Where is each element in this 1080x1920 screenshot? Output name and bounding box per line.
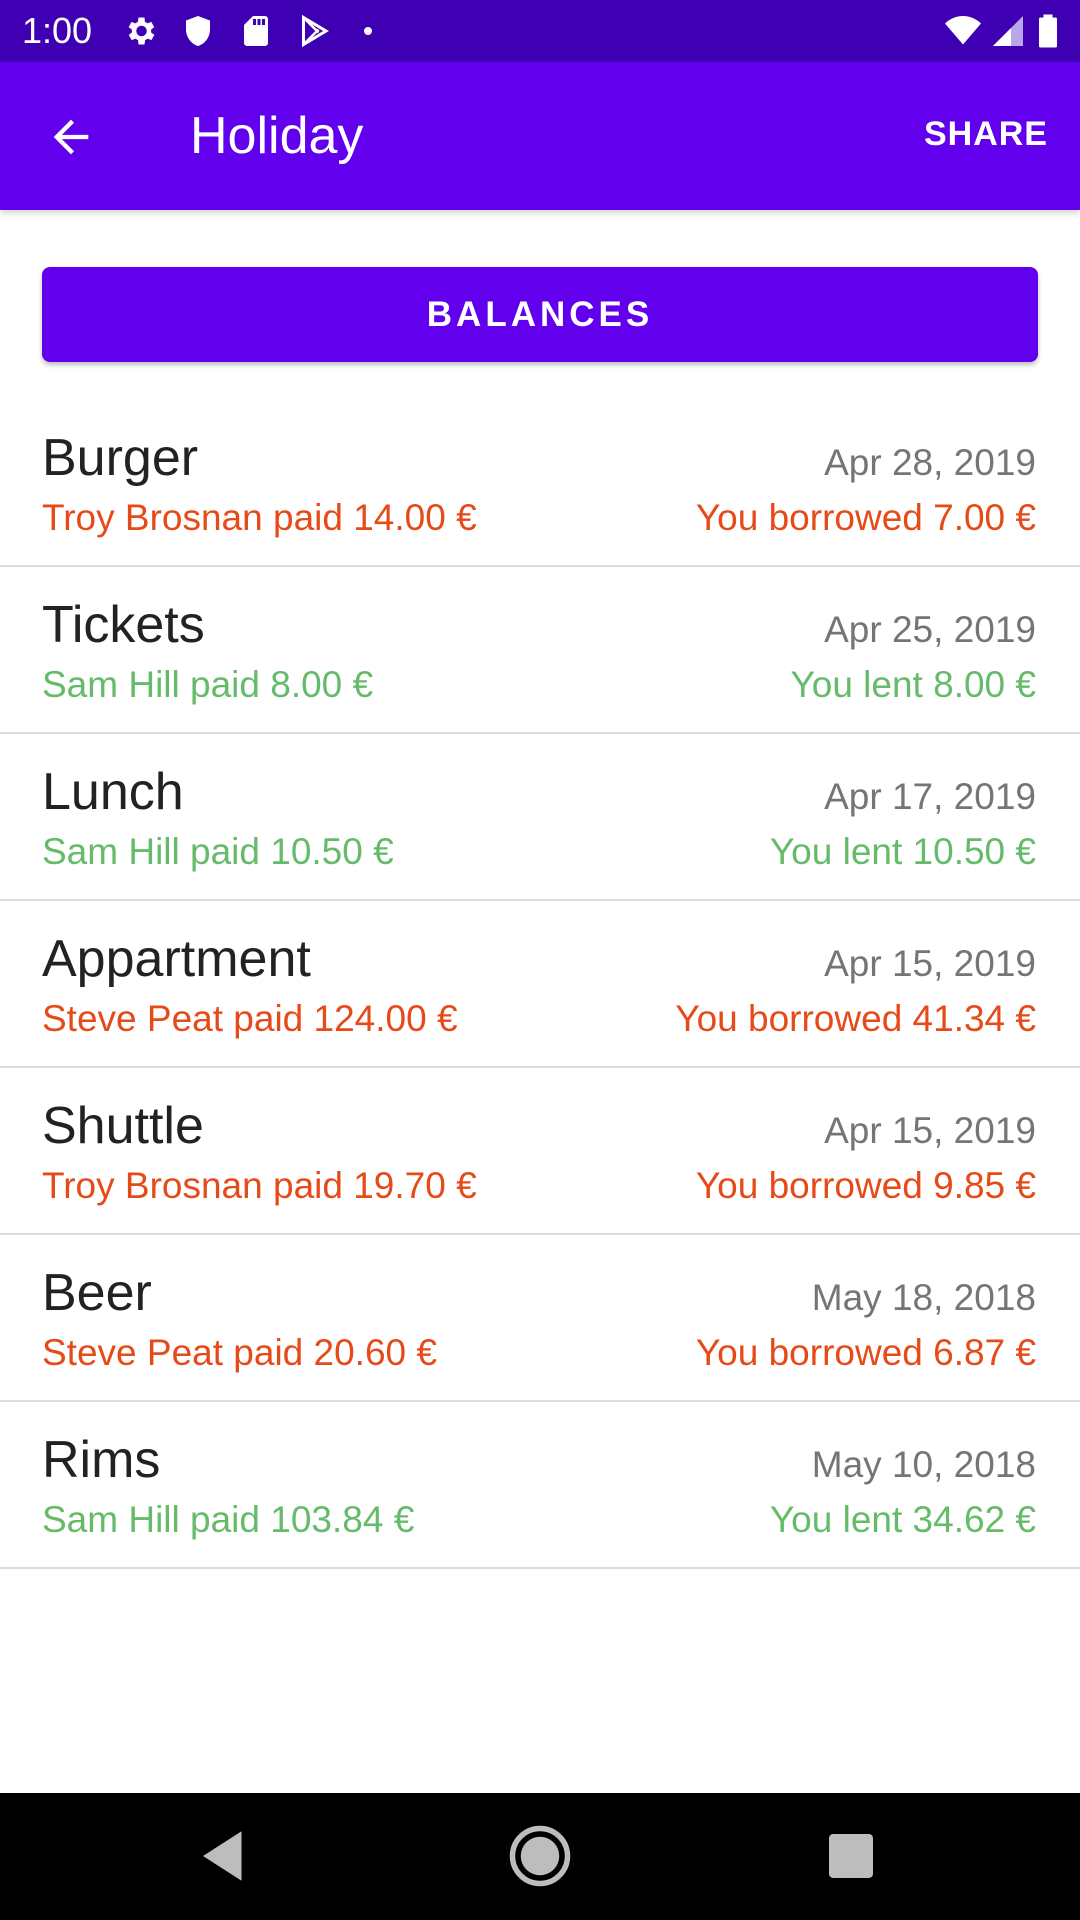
expense-payer: Troy Brosnan paid 19.70 € [42, 1165, 477, 1206]
expense-share: You borrowed 41.34 € [675, 998, 1036, 1039]
expense-row[interactable]: Rims May 10, 2018 Sam Hill paid 103.84 €… [0, 1402, 1080, 1569]
status-time: 1:00 [22, 10, 93, 51]
page-title: Holiday [190, 107, 364, 165]
expense-date: Apr 25, 2019 [824, 609, 1036, 650]
expense-share: You borrowed 7.00 € [695, 497, 1036, 538]
expense-row[interactable]: Appartment Apr 15, 2019 Steve Peat paid … [0, 901, 1080, 1068]
expense-payer: Troy Brosnan paid 14.00 € [42, 497, 477, 538]
expense-list: Burger Apr 28, 2019 Troy Brosnan paid 14… [0, 400, 1080, 1569]
home-circle-icon[interactable] [507, 1823, 573, 1889]
expense-payer: Sam Hill paid 103.84 € [42, 1499, 415, 1540]
wifi-icon [942, 13, 984, 49]
expense-date: Apr 15, 2019 [824, 1110, 1036, 1151]
expense-date: Apr 15, 2019 [824, 943, 1036, 984]
status-bar: 1:00 [0, 0, 1080, 62]
cell-signal-icon [990, 13, 1026, 49]
expense-row[interactable]: Beer May 18, 2018 Steve Peat paid 20.60 … [0, 1235, 1080, 1402]
expense-share: You lent 10.50 € [769, 831, 1036, 872]
expense-row[interactable]: Burger Apr 28, 2019 Troy Brosnan paid 14… [0, 400, 1080, 567]
expense-title: Beer [42, 1264, 152, 1322]
expense-title: Burger [42, 429, 199, 487]
expense-row[interactable]: Lunch Apr 17, 2019 Sam Hill paid 10.50 €… [0, 734, 1080, 901]
expense-share: You borrowed 9.85 € [695, 1165, 1036, 1206]
expense-payer: Steve Peat paid 124.00 € [42, 998, 458, 1039]
sd-card-icon [238, 13, 274, 49]
back-button[interactable] [36, 102, 106, 172]
play-store-icon [296, 13, 332, 49]
expense-payer: Steve Peat paid 20.60 € [42, 1332, 437, 1373]
expense-share: You lent 34.62 € [769, 1499, 1036, 1540]
expense-title: Shuttle [42, 1097, 204, 1155]
expense-share: You borrowed 6.87 € [695, 1332, 1036, 1373]
navigation-bar [0, 1793, 1080, 1920]
shield-icon [180, 13, 216, 49]
back-triangle-icon[interactable] [192, 1823, 258, 1889]
expense-row[interactable]: Shuttle Apr 15, 2019 Troy Brosnan paid 1… [0, 1068, 1080, 1235]
expense-date: May 18, 2018 [811, 1277, 1036, 1318]
arrow-back-icon [53, 119, 89, 155]
recents-square-icon[interactable] [818, 1823, 884, 1889]
expense-title: Lunch [42, 763, 184, 821]
battery-icon [1036, 13, 1060, 49]
expense-title: Appartment [42, 930, 311, 988]
share-button[interactable]: SHARE [924, 114, 1048, 154]
expense-share: You lent 8.00 € [790, 664, 1036, 705]
expense-payer: Sam Hill paid 10.50 € [42, 831, 394, 872]
gear-icon [122, 13, 158, 49]
expense-title: Rims [42, 1431, 161, 1489]
expense-date: May 10, 2018 [811, 1444, 1036, 1485]
balances-button[interactable]: BALANCES [42, 267, 1038, 362]
expense-payer: Sam Hill paid 8.00 € [42, 664, 374, 705]
expense-date: Apr 17, 2019 [824, 776, 1036, 817]
expense-date: Apr 28, 2019 [824, 442, 1036, 483]
expense-title: Tickets [42, 596, 205, 654]
expense-row[interactable]: Tickets Apr 25, 2019 Sam Hill paid 8.00 … [0, 567, 1080, 734]
app-bar: Holiday SHARE [0, 62, 1080, 210]
dot-icon [356, 13, 380, 49]
